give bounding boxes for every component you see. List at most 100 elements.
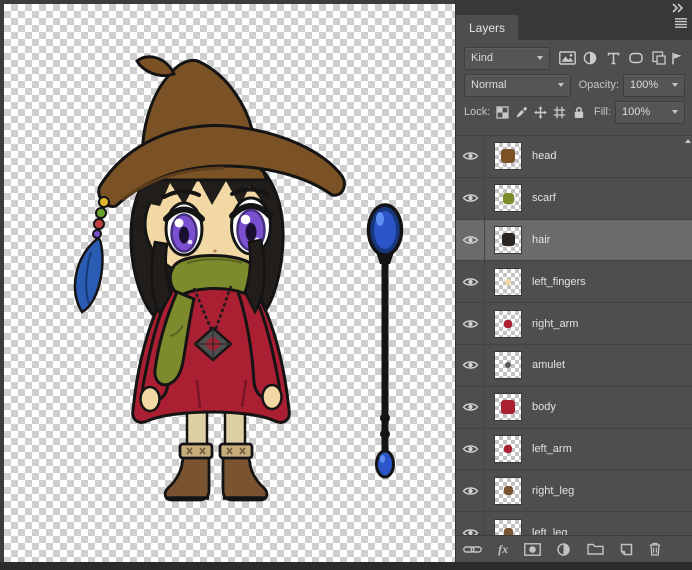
fill-dropdown[interactable]: 100% [615,100,685,124]
layer-visibility-toggle[interactable] [456,177,485,219]
layer-row[interactable]: body [456,386,692,429]
move-icon [534,105,548,119]
link-layers-button[interactable] [463,539,482,559]
brush-icon [516,106,528,117]
layer-name[interactable]: amulet [532,359,565,371]
eye-icon [462,445,478,453]
eye-icon [462,403,478,411]
collapse-to-icons-button[interactable] [668,2,686,14]
lock-image-pixels-button[interactable] [513,102,530,122]
new-layer-icon [620,543,633,555]
layer-thumb-content [501,149,515,164]
layer-row[interactable]: amulet [456,344,692,387]
blend-mode-value: Normal [471,79,507,91]
layer-row[interactable]: head [456,136,692,178]
layer-row[interactable]: right_leg [456,470,692,513]
kind-filter-dropdown[interactable]: Kind [464,46,550,70]
layer-visibility-toggle[interactable] [456,303,485,344]
layer-name[interactable]: hair [532,234,550,246]
eye-icon [462,528,478,535]
new-adjustment-layer-button[interactable] [557,539,571,559]
fill-value: 100% [622,106,651,118]
layer-row[interactable]: left_leg [456,512,692,535]
layer-visibility-toggle[interactable] [456,470,485,512]
lock-artboards-button[interactable] [551,102,568,122]
layer-mask-icon [524,542,542,556]
filter-shape-layers-button[interactable] [626,48,647,68]
lock-row: Lock: Fill: 100% [464,100,685,124]
layers-list: head scarf hair left_fingers right_arm a… [456,135,692,535]
layer-name[interactable]: scarf [532,192,556,204]
scrollbar[interactable] [682,136,692,535]
layer-name[interactable]: left_leg [532,527,567,535]
layer-thumbnail[interactable] [494,267,522,296]
layer-visibility-toggle[interactable] [456,512,485,535]
layer-row[interactable]: left_arm [456,428,692,471]
layer-thumbnail[interactable] [494,309,522,338]
panel-menu-button[interactable] [674,16,688,34]
layer-name[interactable]: head [532,150,556,162]
artboard-icon [554,106,566,118]
new-layer-button[interactable] [620,539,633,559]
layer-thumb-content [503,486,513,496]
layer-name[interactable]: right_arm [532,318,578,330]
layer-row[interactable]: scarf [456,177,692,220]
layer-filtering-toggle[interactable] [670,48,685,68]
layer-thumb-content [501,233,515,247]
layer-name[interactable]: right_leg [532,485,574,497]
tab-layers[interactable]: Layers [456,15,519,40]
layer-name[interactable]: body [532,401,556,413]
layer-thumbnail[interactable] [494,351,522,380]
lock-all-button[interactable] [570,102,587,122]
layer-row[interactable]: hair [456,219,692,262]
layer-name[interactable]: left_arm [532,443,572,455]
layer-style-button[interactable]: fx [498,539,508,559]
layer-visibility-toggle[interactable] [456,261,485,303]
layer-visibility-toggle[interactable] [456,428,485,470]
layer-thumbnail[interactable] [494,434,522,463]
type-icon [607,52,619,64]
chain-link-icon [463,545,482,553]
layer-thumbnail[interactable] [494,225,522,254]
layer-name[interactable]: left_fingers [532,276,586,288]
layer-visibility-toggle[interactable] [456,136,485,177]
lock-position-button[interactable] [532,102,549,122]
panel-footer: fx [456,535,692,562]
eye-icon [462,152,478,161]
eye-icon [462,236,478,244]
filter-pixel-layers-button[interactable] [557,48,578,68]
layer-thumbnail[interactable] [494,393,522,422]
lock-buttons [494,102,587,122]
fx-icon: fx [498,541,509,556]
half-circle-icon [583,51,597,65]
scroll-up-icon [685,139,691,143]
delete-layer-button[interactable] [649,539,661,559]
filter-smart-objects-button[interactable] [649,48,670,68]
new-group-button[interactable] [586,539,604,559]
panel-tab-bar: Layers [456,0,692,40]
layer-thumbnail[interactable] [494,518,522,535]
layer-visibility-toggle[interactable] [456,219,485,261]
layer-thumbnail[interactable] [494,184,522,213]
lock-transparent-pixels-button[interactable] [494,102,511,122]
layer-row[interactable]: left_fingers [456,261,692,304]
layer-visibility-toggle[interactable] [456,344,485,386]
half-circ le-icon [557,542,571,556]
opacity-label: Opacity: [578,79,619,91]
document-canvas[interactable] [4,4,455,562]
layer-row[interactable]: right_arm [456,303,692,345]
character-drawing [73,55,346,502]
filter-row: Kind [464,46,685,70]
layer-thumbnail[interactable] [494,142,522,171]
opacity-dropdown[interactable]: 100% [622,73,685,97]
blend-mode-dropdown[interactable]: Normal [464,73,571,97]
filter-type-layers-button[interactable] [603,48,624,68]
eye-icon [462,487,478,495]
filter-type-buttons [557,48,670,68]
layer-thumbnail[interactable] [494,476,522,505]
trash-icon [649,542,661,556]
filter-adjustment-layers-button[interactable] [580,48,601,68]
layer-visibility-toggle[interactable] [456,386,485,428]
add-layer-mask-button[interactable] [524,539,542,559]
hamburger-menu-icon [675,18,687,28]
